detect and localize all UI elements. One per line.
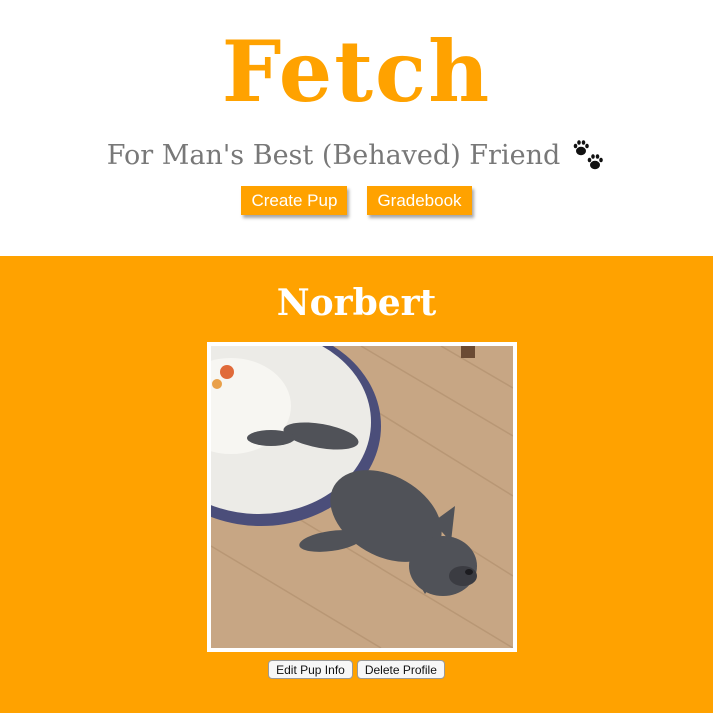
main-nav: Create Pup Gradebook [0, 186, 713, 215]
tagline: For Man's Best (Behaved) Friend [106, 140, 561, 171]
pup-profile: Norbert Edit Pup Info Delete Profile [0, 256, 713, 713]
create-pup-button[interactable]: Create Pup [241, 186, 348, 215]
profile-actions: Edit Pup Info Delete Profile [0, 660, 713, 679]
site-logo-title: Fetch [221, 22, 492, 121]
edit-pup-info-button[interactable]: Edit Pup Info [268, 660, 353, 679]
paw-prints-icon [572, 139, 606, 173]
pup-name: Norbert [276, 282, 437, 324]
pup-photo [207, 342, 517, 652]
gradebook-button[interactable]: Gradebook [367, 186, 472, 215]
tagline-row: For Man's Best (Behaved) Friend [0, 136, 713, 176]
site-header: Fetch For Man's Best (Behaved) Friend Cr… [0, 0, 713, 256]
delete-profile-button[interactable]: Delete Profile [356, 660, 445, 679]
page: Fetch For Man's Best (Behaved) Friend Cr… [0, 0, 713, 713]
